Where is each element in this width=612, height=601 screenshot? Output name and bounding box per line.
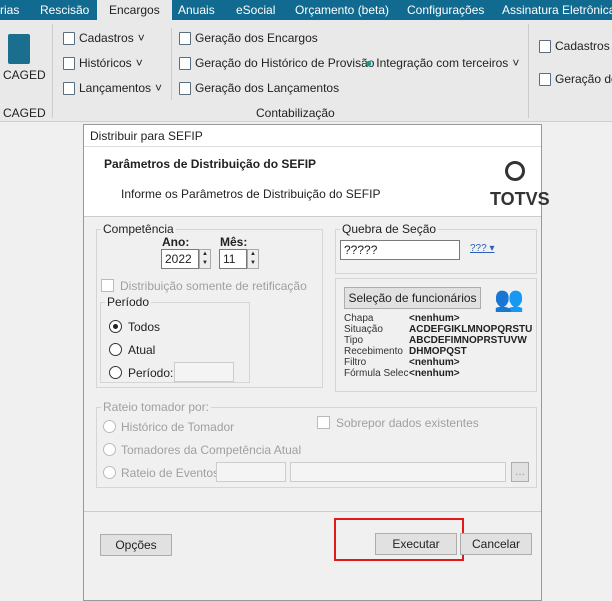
selecao-funcionarios-button[interactable]: Seleção de funcionários: [344, 287, 481, 309]
tab-esocial[interactable]: eSocial: [236, 0, 275, 20]
footer-divider: [84, 511, 541, 512]
tab-anuais[interactable]: Anuais: [178, 0, 215, 20]
cadastros-menu[interactable]: Cadastros ˅: [63, 31, 145, 45]
generate-icon: [179, 31, 191, 45]
tab-rescisao[interactable]: Rescisão: [40, 0, 89, 20]
quebra-menu-label: ???: [470, 243, 487, 254]
quebra-legend: Quebra de Seção: [342, 222, 437, 236]
cancelar-button[interactable]: Cancelar: [460, 533, 532, 555]
competencia-legend: Competência: [103, 222, 174, 236]
contabilizacao-group-label: Contabilização: [256, 106, 335, 120]
rateio-eventos-code[interactable]: [216, 462, 286, 482]
table-icon: [63, 56, 75, 70]
situacao-label: Situação: [344, 324, 383, 335]
ribbon: CAGED CAGED Cadastros ˅ Históricos ˅ Lan…: [0, 20, 612, 122]
cadastros-r-button[interactable]: Cadastros R: [539, 39, 612, 53]
ano-input[interactable]: 2022: [161, 249, 199, 269]
dialog-heading: Parâmetros de Distribuição do SEFIP: [104, 157, 317, 171]
rateio-eventos-desc[interactable]: [290, 462, 506, 482]
periodo-input[interactable]: [174, 362, 234, 382]
integration-icon: ●: [365, 56, 373, 70]
totvs-logo: TOTVS: [490, 189, 550, 209]
historico-tomador-radio[interactable]: [103, 420, 116, 433]
periodo-label: Período:: [128, 366, 174, 380]
sobrepor-label: Sobrepor dados existentes: [336, 416, 479, 430]
history-icon: [179, 56, 191, 70]
tipo-value: ABCDEFIMNOPRSTUVW: [409, 335, 527, 346]
integracao-menu[interactable]: ● Integração com terceiros ˅: [365, 56, 519, 70]
opcoes-button[interactable]: Opções: [100, 534, 172, 556]
tab-rias[interactable]: rias: [0, 0, 19, 20]
geracao-encargos-button[interactable]: Geração dos Encargos: [179, 31, 318, 45]
filtro-value: <nenhum>: [409, 357, 460, 368]
atual-radio[interactable]: [109, 343, 122, 356]
document-icon: [539, 39, 551, 53]
selecao-details: Chapa <nenhum> Situação ACDEFGIKLMNOPQRSTU…: [344, 313, 539, 379]
quebra-menu-button[interactable]: ??? ▾: [470, 243, 495, 254]
historicos-menu[interactable]: Históricos ˅: [63, 56, 143, 70]
caged-icon: [8, 34, 30, 64]
users-icon: 👥: [494, 286, 524, 313]
formula-value: <nenhum>: [409, 368, 460, 379]
sefip-dialog: Distribuir para SEFIP Parâmetros de Dist…: [83, 124, 550, 601]
situacao-value: ACDEFGIKLMNOPQRSTU: [409, 324, 533, 335]
caged-group-label: CAGED: [3, 106, 46, 120]
historico-tomador-label: Histórico de Tomador: [121, 420, 235, 434]
todos-label: Todos: [128, 320, 161, 334]
tomadores-label: Tomadores da Competência Atual: [121, 443, 302, 457]
chapa-label: Chapa: [344, 313, 374, 324]
recebimento-label: Recebimento: [344, 346, 403, 357]
mes-input[interactable]: 11: [219, 249, 247, 269]
rateio-browse-button[interactable]: ...: [511, 462, 529, 482]
sobrepor-checkbox[interactable]: [317, 416, 330, 429]
executar-button[interactable]: Executar: [375, 533, 457, 555]
filtro-label: Filtro: [344, 357, 367, 368]
rateio-legend: Rateio tomador por:: [103, 400, 210, 414]
tab-encargos[interactable]: Encargos: [97, 0, 172, 20]
tab-assinatura[interactable]: Assinatura Eletrônica: [502, 0, 612, 20]
todos-radio[interactable]: [109, 320, 122, 333]
recebimento-value: DHMOPQST: [409, 346, 467, 357]
totvs-logo-icon: [505, 161, 525, 181]
tomadores-radio[interactable]: [103, 443, 116, 456]
geracao-r-button[interactable]: Geração do: [539, 72, 612, 86]
periodo-legend: Período: [107, 295, 150, 309]
retificacao-label: Distribuição somente de retificação: [120, 279, 307, 293]
dialog-header: Parâmetros de Distribuição do SEFIP Info…: [84, 147, 550, 217]
chapa-value: <nenhum>: [409, 313, 460, 324]
ano-spinner[interactable]: ▲ ▼: [199, 249, 211, 269]
dialog-subheading: Informe os Parâmetros de Distribuição do…: [121, 187, 381, 201]
geracao-lancamentos-button[interactable]: Geração dos Lançamentos: [179, 81, 339, 95]
tab-configuracoes[interactable]: Configurações: [407, 0, 484, 20]
caged-button[interactable]: CAGED: [3, 68, 46, 82]
ribbon-tabs: rias Rescisão Encargos Anuais eSocial Or…: [0, 0, 612, 20]
document-icon: [63, 31, 75, 45]
rateio-eventos-radio[interactable]: [103, 466, 116, 479]
mes-spinner[interactable]: ▲ ▼: [247, 249, 259, 269]
report-icon: [539, 72, 551, 86]
mes-label: Mês:: [220, 235, 248, 249]
tipo-label: Tipo: [344, 335, 364, 346]
ano-label: Ano:: [162, 235, 190, 249]
periodo-radio[interactable]: [109, 366, 122, 379]
dialog-title: Distribuir para SEFIP: [84, 125, 541, 147]
geracao-historico-button[interactable]: Geração do Histórico de Provisão: [179, 56, 374, 70]
tab-orcamento[interactable]: Orçamento (beta): [295, 0, 389, 20]
lancamentos-menu[interactable]: Lançamentos ˅: [63, 81, 162, 95]
rateio-eventos-label: Rateio de Eventos:: [121, 466, 223, 480]
quebra-input[interactable]: ?????: [340, 240, 460, 260]
clipboard-icon: [63, 81, 75, 95]
formula-label: Fórmula Selec: [344, 368, 409, 379]
retificacao-checkbox[interactable]: [101, 279, 114, 292]
ledger-icon: [179, 81, 191, 95]
atual-label: Atual: [128, 343, 156, 357]
